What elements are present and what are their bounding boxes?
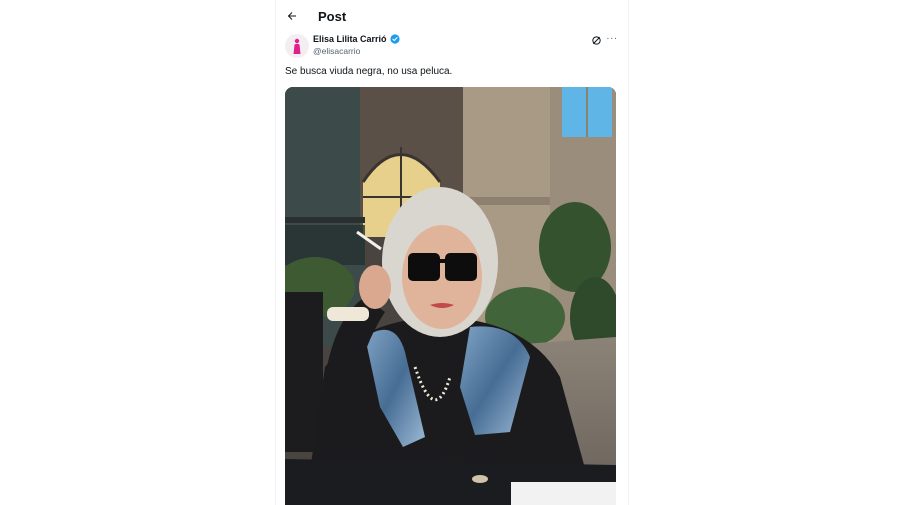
more-options-button[interactable]: ··· (604, 33, 620, 45)
post-detail-column: Post Elisa Lilita Carrió @elisacarrio ··… (275, 0, 629, 505)
post-photo[interactable] (285, 87, 616, 505)
page-title: Post (318, 9, 347, 24)
arrow-left-icon (287, 12, 296, 20)
author-name[interactable]: Elisa Lilita Carrió (313, 34, 400, 44)
post-text: Se busca viuda negra, no usa peluca. (285, 66, 453, 77)
avatar-figure (293, 38, 301, 54)
author-handle[interactable]: @elisacarrio (313, 46, 360, 56)
grok-icon (591, 35, 601, 45)
back-button[interactable] (282, 6, 302, 26)
author-avatar[interactable] (285, 34, 309, 58)
grok-button[interactable] (590, 34, 602, 46)
post-header: Post (276, 0, 628, 33)
author-name-text: Elisa Lilita Carrió (313, 34, 387, 44)
verified-badge-icon (389, 34, 400, 44)
photo-illustration (285, 87, 616, 505)
